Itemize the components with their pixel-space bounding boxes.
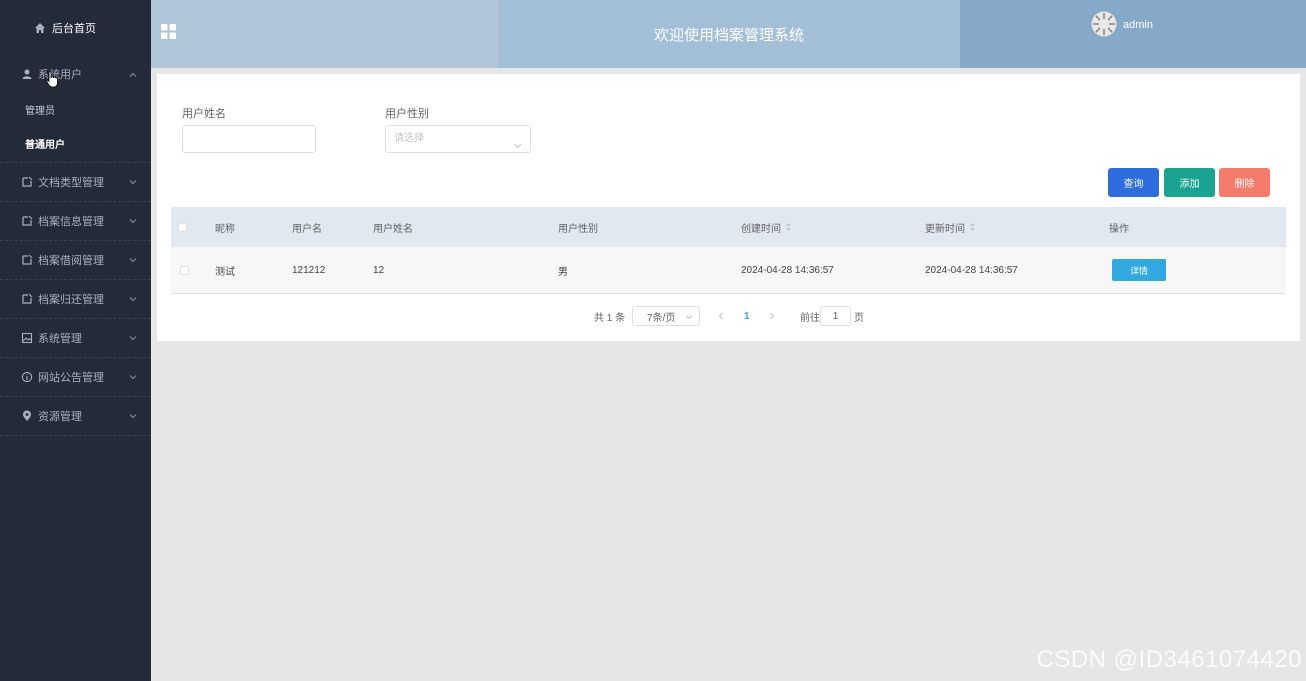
chevron-down-icon <box>513 135 522 149</box>
username[interactable]: admin <box>1123 19 1153 31</box>
avatar[interactable] <box>1091 11 1117 37</box>
cell-created: 2024-04-28 14:36:57 <box>741 264 834 276</box>
sidebar-item-archive-return[interactable]: 档案归还管理 <box>0 280 151 319</box>
cell-username: 121212 <box>292 264 326 276</box>
users-table: 昵称 用户名 用户姓名 用户性别 创建时间 更新时间 操作 测试 121212 … <box>171 207 1286 294</box>
sort-icon[interactable] <box>785 222 792 232</box>
sidebar-home[interactable]: 后台首页 <box>0 0 151 56</box>
sidebar: 后台首页 系统用户 管理员 普通用户 文档类型管理 档案信息管理 档案借阅管理 … <box>0 0 151 681</box>
col-nickname: 昵称 <box>215 223 235 235</box>
chevron-down-icon <box>129 411 137 419</box>
cell-gender: 男 <box>558 266 568 278</box>
sidebar-home-label: 后台首页 <box>52 23 96 35</box>
name-filter-label: 用户姓名 <box>182 108 226 120</box>
table-header: 昵称 用户名 用户姓名 用户性别 创建时间 更新时间 操作 <box>171 207 1286 247</box>
hand-cursor-icon <box>46 71 58 89</box>
sidebar-item-label: 资源管理 <box>38 411 82 423</box>
chevron-down-icon <box>129 294 137 302</box>
sidebar-item-system-management[interactable]: 系统管理 <box>0 319 151 358</box>
cell-nickname: 测试 <box>215 266 235 278</box>
chevron-down-icon <box>129 333 137 341</box>
document-icon <box>21 176 33 188</box>
sort-icon[interactable] <box>969 222 976 232</box>
page-size-value: 7条/页 <box>647 312 676 324</box>
sidebar-subitem-admins[interactable]: 管理员 <box>0 92 151 126</box>
delete-button[interactable]: 删除 <box>1219 168 1270 197</box>
sidebar-submenu: 管理员 普通用户 <box>0 92 151 163</box>
col-gender: 用户性别 <box>558 223 598 235</box>
sidebar-item-system-users[interactable]: 系统用户 <box>0 56 151 92</box>
gender-filter-placeholder: 请选择 <box>394 133 424 144</box>
col-updated[interactable]: 更新时间 <box>925 207 976 247</box>
row-checkbox-cell <box>180 247 189 293</box>
page-size-select[interactable]: 7条/页 <box>632 306 700 326</box>
goto-prefix: 前往 <box>800 312 820 324</box>
document-icon <box>21 254 33 266</box>
header-user: admin <box>960 0 1306 68</box>
sidebar-subitem-normal-users[interactable]: 普通用户 <box>0 126 151 160</box>
table-row: 测试 121212 12 男 2024-04-28 14:36:57 2024-… <box>171 247 1286 294</box>
location-icon <box>21 410 33 422</box>
chevron-down-icon <box>129 372 137 380</box>
sidebar-item-doc-types[interactable]: 文档类型管理 <box>0 163 151 202</box>
col-username: 用户名 <box>292 223 322 235</box>
sidebar-item-label: 档案信息管理 <box>38 216 104 228</box>
sidebar-item-archive-info[interactable]: 档案信息管理 <box>0 202 151 241</box>
info-icon <box>21 371 33 383</box>
cell-realname: 12 <box>373 264 385 276</box>
sidebar-item-announcements[interactable]: 网站公告管理 <box>0 358 151 397</box>
sidebar-item-resources[interactable]: 资源管理 <box>0 397 151 436</box>
col-updated-label: 更新时间 <box>925 223 965 235</box>
sidebar-item-label: 系统用户 <box>38 69 82 81</box>
chevron-down-icon <box>685 313 693 321</box>
image-icon <box>21 332 33 344</box>
top-header: 欢迎使用档案管理系统 admin <box>151 0 1306 68</box>
user-icon <box>21 68 33 80</box>
chevron-down-icon <box>129 216 137 224</box>
header-left <box>151 0 498 68</box>
sidebar-item-label: 档案借阅管理 <box>38 255 104 267</box>
next-page-icon[interactable] <box>768 306 776 326</box>
col-ops: 操作 <box>1109 223 1129 235</box>
col-created-label: 创建时间 <box>741 223 781 235</box>
header-title: 欢迎使用档案管理系统 <box>498 0 960 68</box>
goto-page-input[interactable]: 1 <box>820 306 851 326</box>
chevron-up-icon <box>129 70 137 78</box>
chevron-down-icon <box>129 177 137 185</box>
goto-suffix: 页 <box>854 312 864 324</box>
home-icon <box>34 22 46 34</box>
grid-menu-icon[interactable] <box>161 24 176 39</box>
sidebar-item-label: 档案归还管理 <box>38 294 104 306</box>
select-all-checkbox[interactable] <box>178 222 187 232</box>
col-created[interactable]: 创建时间 <box>741 207 792 247</box>
sidebar-item-label: 文档类型管理 <box>38 177 104 189</box>
add-button[interactable]: 添加 <box>1164 168 1215 197</box>
query-button[interactable]: 查询 <box>1108 168 1159 197</box>
select-all-checkbox-cell <box>178 207 187 247</box>
row-checkbox[interactable] <box>180 265 189 275</box>
page-number-current[interactable]: 1 <box>744 306 750 326</box>
sidebar-item-label: 网站公告管理 <box>38 372 104 384</box>
prev-page-icon[interactable] <box>717 306 725 326</box>
document-icon <box>21 215 33 227</box>
watermark: CSDN @ID3461074420 <box>1036 646 1302 673</box>
cell-updated: 2024-04-28 14:36:57 <box>925 264 1018 276</box>
chevron-down-icon <box>129 255 137 263</box>
cell-ops: 详情 <box>1112 247 1166 293</box>
document-icon <box>21 293 33 305</box>
name-filter-input[interactable] <box>182 125 316 153</box>
detail-button[interactable]: 详情 <box>1112 259 1166 281</box>
sidebar-item-label: 系统管理 <box>38 333 82 345</box>
gender-filter-select[interactable]: 请选择 <box>385 125 531 153</box>
col-realname: 用户姓名 <box>373 223 413 235</box>
gender-filter-label: 用户性别 <box>385 108 429 120</box>
pagination: 共 1 条 7条/页 1 前往 1 页 <box>157 306 1300 326</box>
main-card: 用户姓名 用户性别 请选择 查询 添加 删除 昵称 用户名 用户姓名 用户性别 … <box>157 74 1300 341</box>
sidebar-item-archive-borrow[interactable]: 档案借阅管理 <box>0 241 151 280</box>
pagination-total: 共 1 条 <box>594 312 626 324</box>
